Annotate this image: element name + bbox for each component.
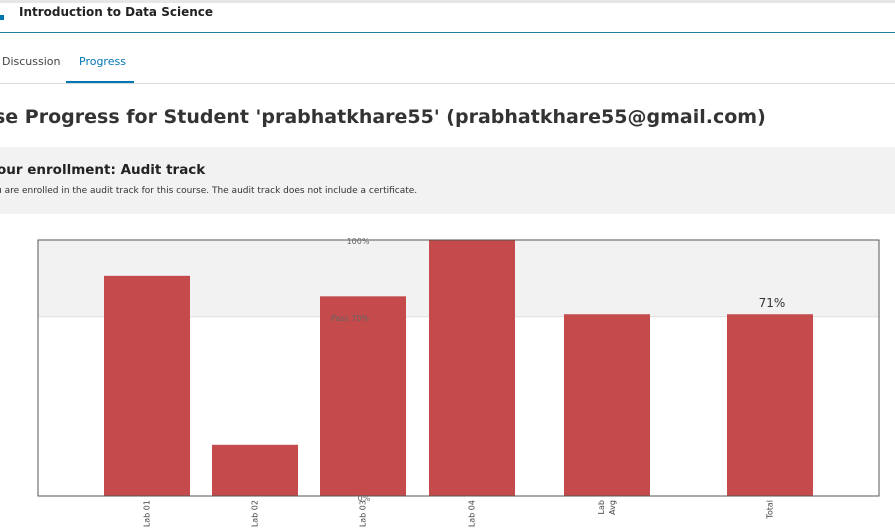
x-tick-label: Total (766, 500, 775, 520)
progress-chart: 100%Pass 70%0%71%Lab 01 Lab 02 Lab 03 Lab 0… (37, 237, 880, 527)
label-pass: Pass 70% (331, 314, 369, 323)
course-title: Introduction to Data Science (19, 5, 213, 19)
course-header: Introduction to Data Science (0, 3, 895, 33)
active-tab-indicator (66, 81, 134, 83)
chart-bar (212, 444, 298, 496)
x-tick-label: Avg (608, 500, 617, 515)
enrollment-text: u are enrolled in the audit track for th… (0, 186, 418, 196)
x-tick-label: Lab 02 (251, 500, 260, 527)
x-tick-label: Lab (597, 500, 606, 514)
chart-bar (104, 275, 190, 496)
enrollment-banner: our enrollment: Audit track u are enroll… (0, 147, 895, 214)
logo-icon (0, 15, 4, 20)
tab-progress[interactable]: Progress (79, 55, 126, 68)
page-title: se Progress for Student 'prabhatkhare55'… (0, 106, 766, 128)
total-value-label: 71% (759, 296, 786, 310)
chart-bar (320, 296, 406, 496)
enrollment-title: our enrollment: Audit track (0, 162, 206, 178)
chart-bar (727, 314, 813, 496)
tab-discussion[interactable]: Discussion (2, 55, 61, 68)
x-tick-label: Lab 04 (468, 500, 477, 527)
x-tick-label: Lab 03 (359, 500, 368, 527)
chart-bar (429, 240, 515, 496)
label-100: 100% (347, 237, 370, 246)
chart-bar (564, 314, 650, 496)
course-tabs: Discussion Progress (0, 33, 895, 84)
x-tick-label: Lab 01 (143, 500, 152, 527)
